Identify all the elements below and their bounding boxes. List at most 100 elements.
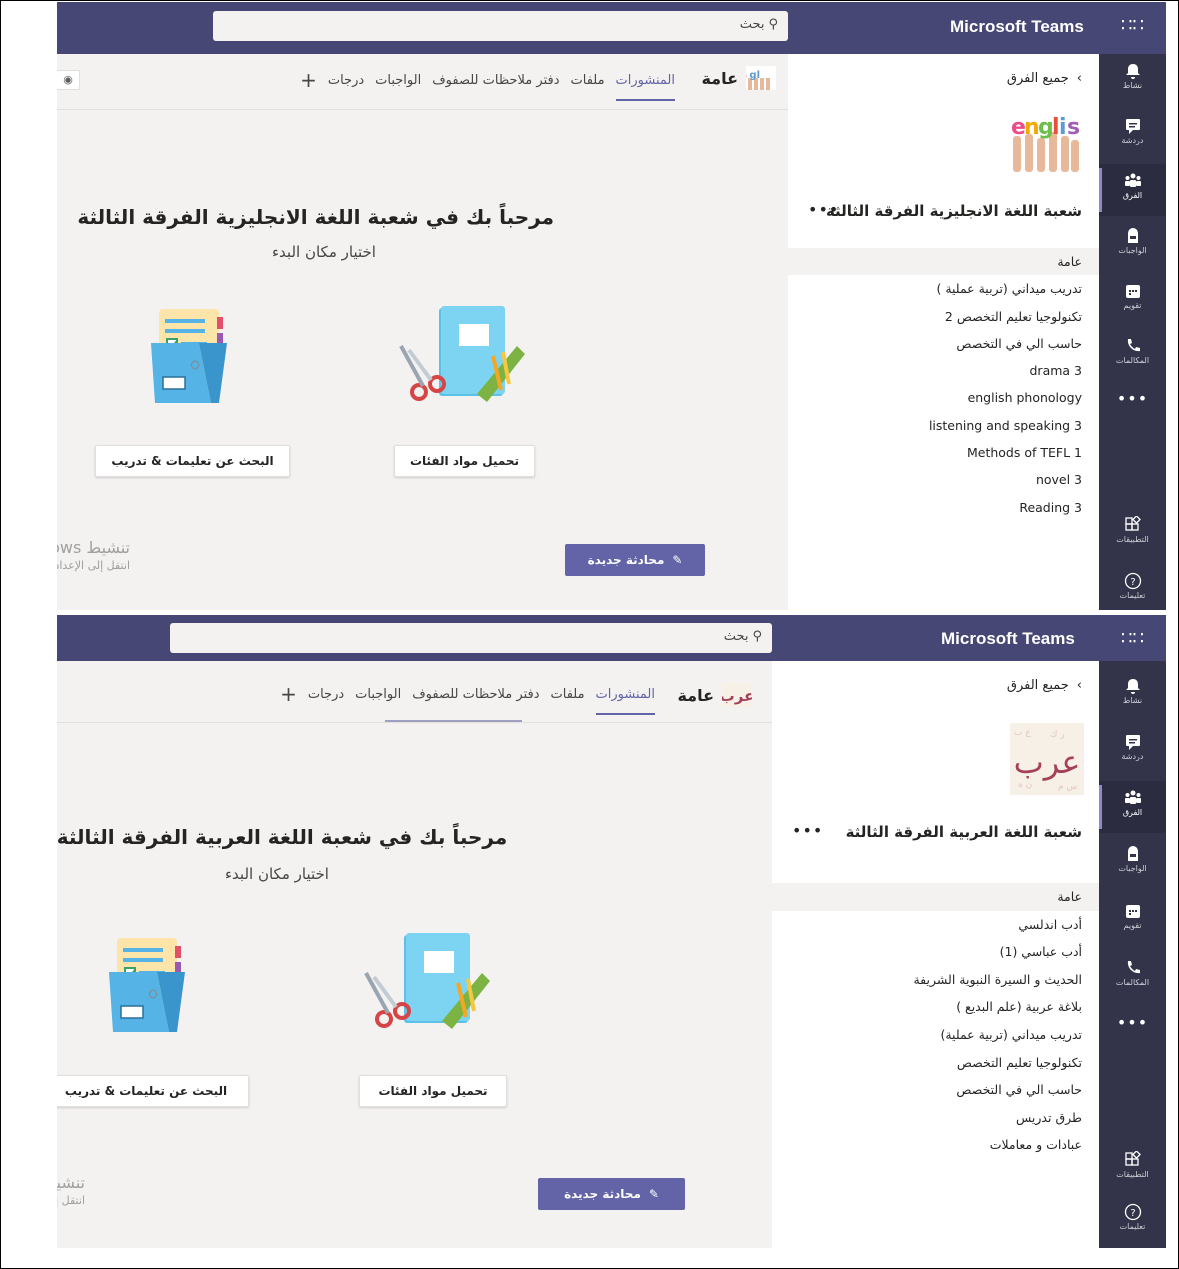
more-icon: ••• bbox=[1116, 1013, 1149, 1032]
all-teams-label: جميع الفرق bbox=[1006, 678, 1069, 693]
rail-item-calls[interactable]: المكالمات bbox=[1099, 329, 1166, 381]
title-bar: ⚲ بحث Microsoft Teams ∷∷ bbox=[57, 615, 1166, 661]
channel-item[interactable]: بلاغة عربية (علم البديع ) bbox=[772, 993, 1099, 1021]
tab-grades[interactable]: درجات bbox=[328, 73, 364, 101]
app-launcher-icon[interactable]: ∷∷ bbox=[1121, 15, 1144, 37]
all-teams-link[interactable]: › جميع الفرق bbox=[1007, 678, 1082, 693]
rail-label: دردشة bbox=[1121, 752, 1144, 761]
all-teams-link[interactable]: › جميع الفرق bbox=[1007, 71, 1082, 86]
svg-text:ن ه: ن ه bbox=[1018, 780, 1032, 790]
add-tab-plus-icon[interactable]: + bbox=[280, 684, 297, 715]
channel-title-group: engl عامة bbox=[701, 66, 776, 90]
chat-icon bbox=[1125, 735, 1140, 750]
activate-windows-watermark: تنشيط Windows انتقل إلى الإعدادات bbox=[57, 1173, 85, 1207]
rail-item-help[interactable]: ? تعليمات bbox=[1099, 564, 1166, 610]
svg-text:en: en bbox=[746, 70, 747, 81]
channel-item[interactable]: حاسب الي في التخصص bbox=[772, 1076, 1099, 1104]
new-conversation-label: محادثة جديدة bbox=[564, 1187, 641, 1201]
eye-icon[interactable]: ◉ bbox=[57, 70, 80, 90]
tab-class-notebook[interactable]: دفتر ملاحظات للصفوف bbox=[412, 687, 539, 715]
tab-posts[interactable]: المنشورات bbox=[615, 73, 676, 101]
rail-label: الواجبات bbox=[1118, 246, 1147, 255]
rail-item-teams[interactable]: الفرق bbox=[1099, 164, 1166, 216]
search-placeholder: بحث bbox=[739, 17, 765, 32]
tab-grades[interactable]: درجات bbox=[308, 687, 344, 715]
rail-label: التطبيقات bbox=[1116, 535, 1149, 544]
channel-item[interactable]: أدب اندلسي bbox=[772, 911, 1099, 939]
channel-item[interactable]: listening and speaking 3 bbox=[788, 412, 1099, 439]
help-icon: ? bbox=[1124, 1203, 1141, 1221]
search-help-training-button[interactable]: البحث عن تعليمات & تدريب bbox=[95, 445, 290, 477]
rail-item-calendar[interactable]: تقويم bbox=[1099, 894, 1166, 946]
tab-class-notebook[interactable]: دفتر ملاحظات للصفوف bbox=[432, 73, 559, 101]
channel-item[interactable]: novel 3 bbox=[788, 466, 1099, 493]
channel-title-group: عرب عامة bbox=[677, 683, 752, 707]
channel-item[interactable]: تكنولوجيا تعليم التخصص 2 bbox=[788, 303, 1099, 330]
rail-item-calendar[interactable]: تقويم bbox=[1099, 274, 1166, 326]
team-more-options-button[interactable]: ••• bbox=[792, 821, 823, 840]
channel-header: engl عامة المنشورات ملفات دفتر ملاحظات ل… bbox=[57, 54, 788, 110]
team-more-options-button[interactable]: ••• bbox=[808, 200, 839, 219]
channel-item[interactable]: Reading 3 bbox=[788, 494, 1099, 521]
add-tab-plus-icon[interactable]: + bbox=[300, 70, 317, 101]
rail-more-button[interactable]: ••• bbox=[1099, 389, 1166, 441]
channel-tabs: المنشورات ملفات دفتر ملاحظات للصفوف الوا… bbox=[280, 684, 656, 715]
channel-item[interactable]: english phonology bbox=[788, 384, 1099, 411]
rail-item-assignments[interactable]: الواجبات bbox=[1099, 837, 1166, 889]
rail-label: الفرق bbox=[1122, 191, 1143, 200]
rail-label: الفرق bbox=[1122, 808, 1143, 817]
channel-item[interactable]: عامة bbox=[772, 883, 1099, 911]
rail-item-apps[interactable]: التطبيقات bbox=[1099, 508, 1166, 560]
rail-item-calls[interactable]: المكالمات bbox=[1099, 951, 1166, 1003]
rail-item-chat[interactable]: دردشة bbox=[1099, 109, 1166, 161]
upload-class-materials-button[interactable]: تحميل مواد الفئات bbox=[394, 445, 535, 477]
activate-windows-title: تنشيط Windows bbox=[57, 538, 130, 557]
welcome-subtitle: اختيار مكان البدء bbox=[225, 865, 329, 883]
channel-item[interactable]: الحديث و السيرة النبوية الشريفة bbox=[772, 966, 1099, 994]
svg-text:s: s bbox=[1067, 115, 1080, 140]
book-scissors-illustration-icon bbox=[399, 306, 525, 402]
new-conversation-button[interactable]: ✎ محادثة جديدة bbox=[565, 544, 705, 576]
channel-item[interactable]: عامة bbox=[788, 248, 1099, 276]
new-conversation-button[interactable]: ✎ محادثة جديدة bbox=[538, 1178, 685, 1210]
upload-class-materials-button[interactable]: تحميل مواد الفئات bbox=[359, 1075, 507, 1107]
team-avatar: ع ب ر ك ن ه س م عرب bbox=[1010, 723, 1084, 795]
channel-list: عامة تدريب ميداني (تربية عملية ) تكنولوج… bbox=[788, 248, 1099, 521]
tab-assignments[interactable]: الواجبات bbox=[375, 73, 421, 101]
team-panel: › جميع الفرق e n g l i s شعبة اللغة الانج… bbox=[788, 54, 1099, 610]
rail-item-apps[interactable]: التطبيقات bbox=[1099, 1143, 1166, 1195]
channel-item[interactable]: Methods of TEFL 1 bbox=[788, 439, 1099, 466]
apps-icon bbox=[1124, 1151, 1141, 1166]
rail-more-button[interactable]: ••• bbox=[1099, 1013, 1166, 1065]
bell-icon bbox=[1125, 679, 1140, 694]
rail-item-assignments[interactable]: الواجبات bbox=[1099, 219, 1166, 271]
search-icon: ⚲ bbox=[752, 629, 762, 644]
app-launcher-icon[interactable]: ∷∷ bbox=[1121, 628, 1144, 650]
teams-window-english: ⚲ بحث Microsoft Teams ∷∷ نشاط دردشة الفرق… bbox=[57, 2, 1166, 610]
channel-item[interactable]: تدريب ميداني (تربية عملية ) bbox=[788, 275, 1099, 302]
channel-item[interactable]: طرق تدريس bbox=[772, 1104, 1099, 1132]
channel-list: عامة أدب اندلسي أدب عباسي (1) الحديث و ا… bbox=[772, 883, 1099, 1159]
team-logo-icon: عرب bbox=[722, 683, 752, 707]
channel-item[interactable]: تدريب ميداني (تربية عملية) bbox=[772, 1021, 1099, 1049]
search-help-training-button[interactable]: البحث عن تعليمات & تدريب bbox=[57, 1075, 249, 1107]
search-input[interactable]: ⚲ بحث bbox=[170, 623, 772, 653]
channel-item[interactable]: عبادات و معاملات bbox=[772, 1131, 1099, 1159]
rail-item-help[interactable]: ? تعليمات bbox=[1099, 1195, 1166, 1247]
tab-posts[interactable]: المنشورات bbox=[595, 687, 656, 715]
rail-item-chat[interactable]: دردشة bbox=[1099, 725, 1166, 777]
rail-label: التطبيقات bbox=[1116, 1170, 1149, 1179]
tab-assignments[interactable]: الواجبات bbox=[355, 687, 401, 715]
channel-item[interactable]: تكنولوجيا تعليم التخصص bbox=[772, 1049, 1099, 1077]
channel-item[interactable]: حاسب الي في التخصص bbox=[788, 330, 1099, 357]
tab-files[interactable]: ملفات bbox=[551, 687, 585, 715]
rail-label: تعليمات bbox=[1119, 1222, 1146, 1231]
search-input[interactable]: ⚲ بحث bbox=[213, 11, 788, 41]
rail-item-activity[interactable]: نشاط bbox=[1099, 54, 1166, 106]
activate-windows-hint: انتقل إلى الإعدادات bbox=[57, 1194, 85, 1207]
rail-item-activity[interactable]: نشاط bbox=[1099, 669, 1166, 721]
tab-files[interactable]: ملفات bbox=[571, 73, 605, 101]
channel-item[interactable]: أدب عباسي (1) bbox=[772, 938, 1099, 966]
channel-item[interactable]: drama 3 bbox=[788, 357, 1099, 384]
rail-item-teams[interactable]: الفرق bbox=[1099, 781, 1166, 833]
